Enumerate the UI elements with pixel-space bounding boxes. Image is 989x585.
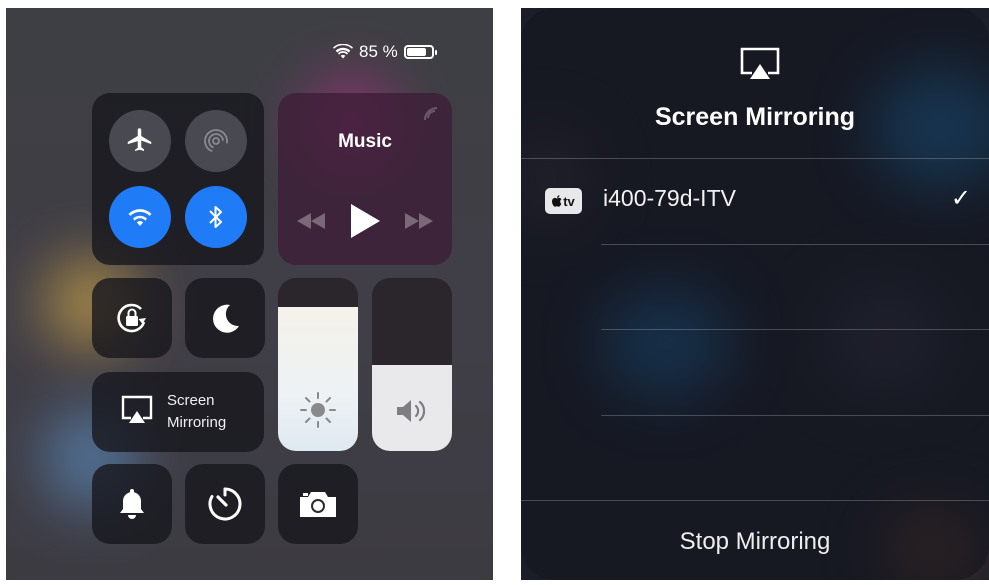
alarm-button[interactable] [92,464,172,544]
bluetooth-toggle[interactable] [185,186,247,248]
orientation-lock-icon [117,303,146,333]
airplay-audio-icon[interactable] [422,105,440,123]
screen-mirroring-button[interactable]: Screen Mirroring [92,372,264,452]
airplane-mode-toggle[interactable] [109,110,171,172]
camera-icon [300,492,336,517]
moon-icon [213,304,239,333]
wifi-toggle[interactable] [109,186,171,248]
speaker-icon [397,400,426,422]
stop-mirroring-button[interactable]: Stop Mirroring [521,528,989,556]
connectivity-module [92,93,264,265]
screen-mirroring-label: Screen Mirroring [167,390,226,434]
apple-tv-badge-text: tv [563,193,575,209]
camera-button[interactable] [278,464,358,544]
divider [601,415,989,416]
wifi-icon [128,209,152,226]
device-name: i400-79d-ITV [603,185,736,211]
brightness-slider[interactable] [278,278,358,451]
play-icon[interactable] [349,203,381,239]
device-row[interactable]: tv i400-79d-ITV ✓ [521,158,989,244]
rewind-icon[interactable] [295,212,327,230]
screen-mirroring-label-line2: Mirroring [167,414,227,431]
music-title: Music [338,131,392,152]
control-center: 85 % Music Screen Mirroring [6,8,493,580]
battery-percentage: 85 % [359,42,398,61]
divider [601,244,989,245]
airplay-screen-icon [121,395,153,423]
timer-button[interactable] [185,464,265,544]
orientation-lock-button[interactable] [92,278,172,358]
music-module[interactable]: Music [278,93,452,265]
airdrop-toggle[interactable] [185,110,247,172]
bluetooth-icon [209,206,222,228]
checkmark-icon: ✓ [950,185,971,212]
music-transport [295,203,435,239]
divider [521,500,989,501]
do-not-disturb-button[interactable] [185,278,265,358]
screen-mirroring-label-line1: Screen [167,392,215,409]
sun-icon [300,392,336,428]
sheet-title: Screen Mirroring [654,103,856,131]
status-bar: 85 % [333,41,437,63]
apple-logo-icon [552,195,562,207]
bell-icon [120,489,144,519]
airdrop-icon [204,129,228,153]
apple-tv-badge: tv [545,188,582,214]
divider [601,329,989,330]
screen-mirroring-sheet: Screen Mirroring tv i400-79d-ITV ✓ Stop … [521,8,989,580]
battery-icon [403,45,437,59]
airplane-icon [127,128,152,151]
timer-icon [208,487,242,521]
volume-slider[interactable] [372,278,452,451]
fast-forward-icon[interactable] [403,212,435,230]
sheet-background [521,8,989,580]
wifi-icon [333,44,353,59]
airplay-screen-icon [740,47,780,79]
